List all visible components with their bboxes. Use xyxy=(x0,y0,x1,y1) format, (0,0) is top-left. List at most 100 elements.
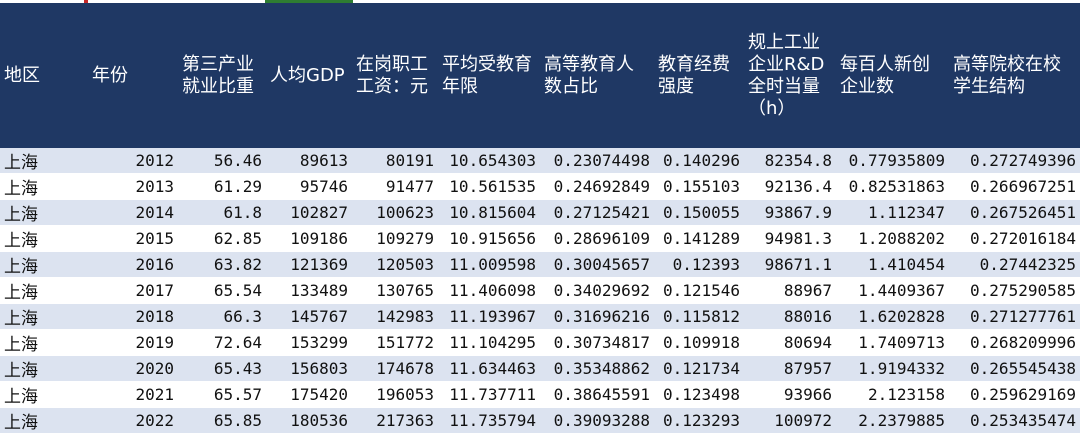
cell-year[interactable]: 2014 xyxy=(88,199,178,226)
cell-year[interactable]: 2016 xyxy=(88,251,178,278)
header-cell-gdp-per-capita[interactable]: 人均GDP xyxy=(266,3,352,148)
cell-tertiary-employment[interactable]: 65.57 xyxy=(178,381,266,408)
cell-gdp-per-capita[interactable]: 156803 xyxy=(266,355,352,382)
cell-education-years[interactable]: 11.735794 xyxy=(438,407,540,434)
cell-year[interactable]: 2022 xyxy=(88,407,178,434)
cell-tertiary-employment[interactable]: 62.85 xyxy=(178,225,266,252)
cell-tertiary-employment[interactable]: 72.64 xyxy=(178,329,266,356)
cell-student-structure[interactable]: 0.27442325 xyxy=(949,251,1080,278)
cell-new-firms[interactable]: 2.123158 xyxy=(836,381,949,408)
cell-region[interactable]: 上海 xyxy=(0,199,88,226)
cell-tertiary-employment[interactable]: 65.54 xyxy=(178,277,266,304)
cell-higher-education-ratio[interactable]: 0.31696216 xyxy=(540,303,654,330)
cell-wage[interactable]: 91477 xyxy=(352,173,438,200)
cell-student-structure[interactable]: 0.265545438 xyxy=(949,355,1080,382)
cell-region[interactable]: 上海 xyxy=(0,225,88,252)
cell-region[interactable]: 上海 xyxy=(0,355,88,382)
cell-rd-fte[interactable]: 80694 xyxy=(744,329,836,356)
cell-education-years[interactable]: 10.561535 xyxy=(438,173,540,200)
cell-rd-fte[interactable]: 87957 xyxy=(744,355,836,382)
cell-new-firms[interactable]: 1.9194332 xyxy=(836,355,949,382)
cell-higher-education-ratio[interactable]: 0.27125421 xyxy=(540,199,654,226)
cell-education-funding[interactable]: 0.123498 xyxy=(654,381,744,408)
header-cell-year[interactable]: 年份 xyxy=(88,3,178,148)
cell-region[interactable]: 上海 xyxy=(0,329,88,356)
cell-education-funding[interactable]: 0.141289 xyxy=(654,225,744,252)
cell-student-structure[interactable]: 0.253435474 xyxy=(949,407,1080,434)
cell-education-funding[interactable]: 0.12393 xyxy=(654,251,744,278)
cell-education-funding[interactable]: 0.123293 xyxy=(654,407,744,434)
header-cell-student-structure[interactable]: 高等院校在校学生结构 xyxy=(949,3,1080,148)
cell-higher-education-ratio[interactable]: 0.28696109 xyxy=(540,225,654,252)
cell-education-years[interactable]: 11.009598 xyxy=(438,251,540,278)
cell-wage[interactable]: 174678 xyxy=(352,355,438,382)
cell-region[interactable]: 上海 xyxy=(0,173,88,200)
cell-region[interactable]: 上海 xyxy=(0,277,88,304)
cell-new-firms[interactable]: 0.77935809 xyxy=(836,148,949,174)
cell-education-funding[interactable]: 0.155103 xyxy=(654,173,744,200)
cell-education-years[interactable]: 10.915656 xyxy=(438,225,540,252)
cell-higher-education-ratio[interactable]: 0.39093288 xyxy=(540,407,654,434)
cell-new-firms[interactable]: 1.4409367 xyxy=(836,277,949,304)
cell-student-structure[interactable]: 0.272016184 xyxy=(949,225,1080,252)
cell-new-firms[interactable]: 1.112347 xyxy=(836,199,949,226)
cell-tertiary-employment[interactable]: 66.3 xyxy=(178,303,266,330)
cell-gdp-per-capita[interactable]: 153299 xyxy=(266,329,352,356)
cell-tertiary-employment[interactable]: 63.82 xyxy=(178,251,266,278)
header-cell-rd-fte[interactable]: 规上工业企业R&D全时当量（h） xyxy=(744,3,836,148)
cell-wage[interactable]: 100623 xyxy=(352,199,438,226)
cell-education-funding[interactable]: 0.121546 xyxy=(654,277,744,304)
header-cell-region[interactable]: 地区 xyxy=(0,3,88,148)
cell-rd-fte[interactable]: 88016 xyxy=(744,303,836,330)
cell-rd-fte[interactable]: 92136.4 xyxy=(744,173,836,200)
cell-gdp-per-capita[interactable]: 133489 xyxy=(266,277,352,304)
cell-education-funding[interactable]: 0.150055 xyxy=(654,199,744,226)
cell-higher-education-ratio[interactable]: 0.24692849 xyxy=(540,173,654,200)
cell-student-structure[interactable]: 0.272749396 xyxy=(949,148,1080,174)
cell-tertiary-employment[interactable]: 65.85 xyxy=(178,407,266,434)
cell-year[interactable]: 2021 xyxy=(88,381,178,408)
cell-gdp-per-capita[interactable]: 109186 xyxy=(266,225,352,252)
cell-education-years[interactable]: 11.634463 xyxy=(438,355,540,382)
cell-tertiary-employment[interactable]: 56.46 xyxy=(178,148,266,174)
cell-rd-fte[interactable]: 93867.9 xyxy=(744,199,836,226)
cell-wage[interactable]: 142983 xyxy=(352,303,438,330)
cell-new-firms[interactable]: 1.2088202 xyxy=(836,225,949,252)
cell-new-firms[interactable]: 1.6202828 xyxy=(836,303,949,330)
cell-tertiary-employment[interactable]: 61.8 xyxy=(178,199,266,226)
cell-education-years[interactable]: 11.104295 xyxy=(438,329,540,356)
cell-student-structure[interactable]: 0.267526451 xyxy=(949,199,1080,226)
cell-rd-fte[interactable]: 82354.8 xyxy=(744,148,836,174)
cell-education-funding[interactable]: 0.115812 xyxy=(654,303,744,330)
cell-student-structure[interactable]: 0.271277761 xyxy=(949,303,1080,330)
cell-rd-fte[interactable]: 88967 xyxy=(744,277,836,304)
cell-tertiary-employment[interactable]: 65.43 xyxy=(178,355,266,382)
cell-gdp-per-capita[interactable]: 180536 xyxy=(266,407,352,434)
cell-year[interactable]: 2020 xyxy=(88,355,178,382)
cell-wage[interactable]: 151772 xyxy=(352,329,438,356)
cell-new-firms[interactable]: 1.7409713 xyxy=(836,329,949,356)
cell-student-structure[interactable]: 0.259629169 xyxy=(949,381,1080,408)
cell-gdp-per-capita[interactable]: 102827 xyxy=(266,199,352,226)
cell-education-years[interactable]: 10.815604 xyxy=(438,199,540,226)
cell-wage[interactable]: 80191 xyxy=(352,148,438,174)
cell-tertiary-employment[interactable]: 61.29 xyxy=(178,173,266,200)
header-cell-education-years[interactable]: 平均受教育年限 xyxy=(438,3,540,148)
header-cell-tertiary-employment[interactable]: 第三产业就业比重 xyxy=(178,3,266,148)
cell-higher-education-ratio[interactable]: 0.35348862 xyxy=(540,355,654,382)
header-cell-new-firms[interactable]: 每百人新创企业数 xyxy=(836,3,949,148)
cell-gdp-per-capita[interactable]: 145767 xyxy=(266,303,352,330)
cell-region[interactable]: 上海 xyxy=(0,381,88,408)
cell-gdp-per-capita[interactable]: 89613 xyxy=(266,148,352,174)
cell-year[interactable]: 2013 xyxy=(88,173,178,200)
cell-higher-education-ratio[interactable]: 0.30045657 xyxy=(540,251,654,278)
header-cell-higher-education-ratio[interactable]: 高等教育人数占比 xyxy=(540,3,654,148)
cell-year[interactable]: 2012 xyxy=(88,148,178,174)
header-cell-education-funding[interactable]: 教育经费强度 xyxy=(654,3,744,148)
cell-higher-education-ratio[interactable]: 0.34029692 xyxy=(540,277,654,304)
cell-education-funding[interactable]: 0.109918 xyxy=(654,329,744,356)
cell-year[interactable]: 2017 xyxy=(88,277,178,304)
cell-education-years[interactable]: 11.737711 xyxy=(438,381,540,408)
cell-region[interactable]: 上海 xyxy=(0,148,88,174)
cell-region[interactable]: 上海 xyxy=(0,251,88,278)
